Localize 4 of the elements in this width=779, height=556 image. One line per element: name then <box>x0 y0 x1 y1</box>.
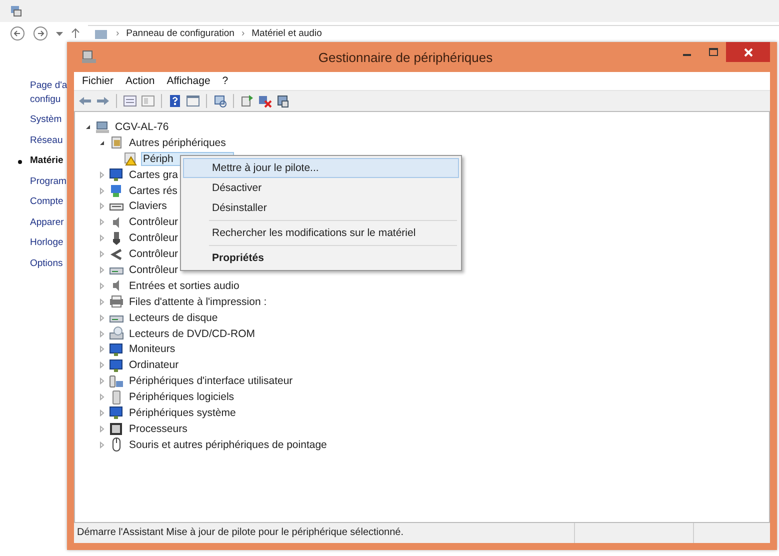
breadcrumb-separator: › <box>115 28 120 39</box>
window-title: Gestionnaire de périphériques <box>317 50 494 64</box>
breadcrumb-separator: › <box>240 28 246 39</box>
status-text: Démarre l'Assistant Mise à jour de pilote pour le périphérique sélectionné. <box>74 523 575 543</box>
